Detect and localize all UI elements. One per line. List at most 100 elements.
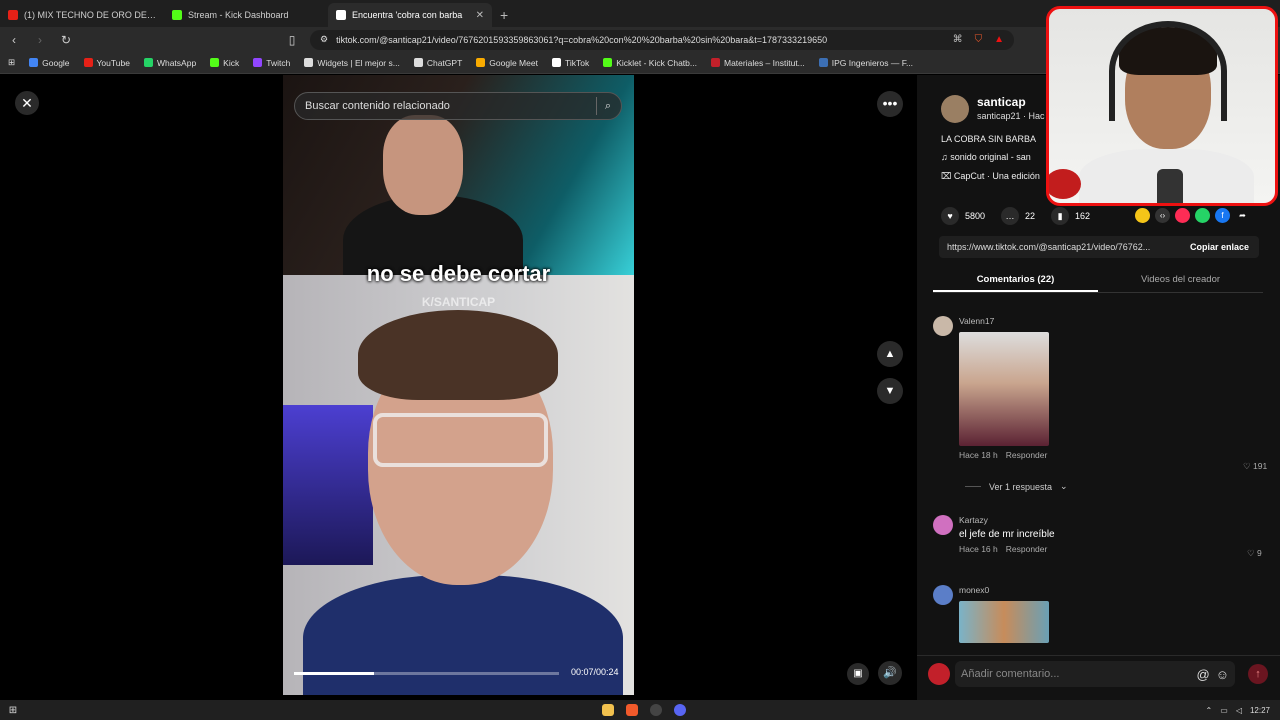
materiales-icon (710, 58, 720, 67)
comment-username[interactable]: monex0 (959, 585, 1049, 595)
bookmark-kick[interactable]: Kick (210, 58, 239, 68)
comment-input[interactable] (961, 668, 1191, 680)
author-avatar[interactable] (941, 95, 969, 123)
webcam-mascot (1049, 169, 1081, 199)
mention-icon[interactable]: @ (1197, 667, 1210, 682)
close-video-button[interactable]: ✕ (15, 91, 39, 115)
windows-start-icon[interactable]: ⊞ (0, 705, 26, 716)
kick-icon (210, 58, 220, 67)
bookmark-google[interactable]: Google (29, 58, 70, 68)
kicklet-icon (603, 58, 613, 67)
previous-video-button[interactable]: ▲ (877, 341, 903, 367)
bookmark-twitch[interactable]: Twitch (253, 58, 290, 68)
rewards-icon[interactable]: ▲ (994, 34, 1004, 45)
video-watermark: K/SANTICAP (421, 295, 496, 309)
bookmark-widgets[interactable]: Widgets | El mejor s... (304, 58, 400, 68)
comment-field[interactable]: @ ☺ (955, 661, 1235, 687)
capcut-link[interactable]: ⌧ CapCut · Una edición (941, 171, 1040, 182)
apps-icon[interactable]: ⊞ (8, 57, 15, 68)
brave-icon[interactable] (626, 704, 638, 716)
reload-icon[interactable]: ↻ (58, 33, 74, 47)
chevron-down-icon: ⌄ (1060, 481, 1068, 491)
bookmark-label: Widgets | El mejor s... (317, 57, 400, 68)
view-replies-button[interactable]: Ver 1 respuesta ⌄ (965, 481, 1068, 492)
related-search-input[interactable] (305, 100, 588, 112)
bookmark-label: Materiales – Institut... (723, 57, 805, 68)
comment-like-count: 9 (1256, 548, 1262, 558)
tab-kick-dashboard[interactable]: Stream - Kick Dashboard (164, 3, 328, 27)
bookmark-icon[interactable]: ▯ (284, 33, 300, 47)
obs-icon[interactable] (650, 704, 662, 716)
embed-icon[interactable]: ‹› (1155, 208, 1170, 223)
reply-button[interactable]: Responder (1006, 544, 1048, 554)
site-info-icon[interactable]: ⚙ (320, 34, 328, 45)
volume-tray-icon[interactable]: ◁ (1236, 706, 1242, 715)
search-icon[interactable]: ⌕ (605, 100, 611, 113)
music-link[interactable]: ♫ sonido original - san (941, 152, 1031, 162)
bookmark-tiktok[interactable]: TikTok (551, 58, 589, 68)
copy-link-button[interactable]: Copiar enlace (1180, 242, 1259, 252)
comment-avatar[interactable] (933, 585, 953, 605)
send-icon[interactable] (1175, 208, 1190, 223)
comment-avatar[interactable] (933, 316, 953, 336)
comment-icon[interactable]: … (1001, 207, 1020, 225)
comment-like[interactable]: ♡ 191 (1243, 461, 1267, 472)
tab-tiktok[interactable]: Encuentra 'cobra con barba ✕ (328, 3, 492, 27)
brave-shield-icon[interactable]: ⛉ (975, 34, 983, 45)
emoji-icon[interactable]: ☺ (1216, 667, 1229, 682)
bookmark-label: Kick (223, 57, 240, 68)
new-tab-button[interactable]: + (492, 3, 516, 27)
bookmark-google-meet[interactable]: Google Meet (476, 58, 538, 68)
capcut-icon: ⌧ (941, 171, 954, 181)
volume-button[interactable]: 🔊 (878, 661, 902, 685)
discord-icon[interactable] (674, 704, 686, 716)
bookmark-chatgpt[interactable]: ChatGPT (413, 58, 462, 68)
comment-time: Hace 18 h (959, 450, 998, 460)
close-tab-icon[interactable]: ✕ (476, 10, 484, 21)
forward-icon[interactable]: › (32, 33, 48, 47)
picture-in-picture-button[interactable]: ▣ (847, 663, 869, 685)
tray-chevron-icon[interactable]: ⌃ (1206, 706, 1213, 715)
related-search-box[interactable]: ⌕ (294, 92, 622, 120)
next-video-button[interactable]: ▼ (877, 378, 903, 404)
comment-like[interactable]: ♡ 9 (1247, 548, 1262, 559)
author-name[interactable]: santicap (977, 95, 1045, 109)
coin-icon[interactable] (1135, 208, 1150, 223)
like-icon[interactable]: ♥ (941, 207, 959, 225)
video-player[interactable]: no se debe cortar K/SANTICAP (283, 75, 634, 695)
video-progress-bar[interactable] (294, 672, 559, 675)
facebook-share-icon[interactable]: f (1215, 208, 1230, 223)
post-comment-button[interactable]: ↑ (1248, 664, 1268, 684)
bookmark-materiales[interactable]: Materiales – Institut... (710, 57, 805, 68)
share-arrow-icon[interactable]: ➦ (1235, 208, 1250, 223)
widgets-icon (304, 58, 314, 67)
comment-image[interactable] (959, 601, 1049, 643)
tab-youtube[interactable]: (1) MIX TECHNO DE ORO DE 80's & (0, 3, 164, 27)
reply-button[interactable]: Responder (1006, 450, 1048, 460)
comment-avatar[interactable] (933, 515, 953, 535)
bookmark-label: IPG Ingenieros — F... (831, 57, 914, 68)
comment-image[interactable] (959, 332, 1049, 446)
comment-username[interactable]: Valenn17 (959, 316, 1049, 326)
bookmark-youtube[interactable]: YouTube (83, 58, 130, 68)
comment-like-count: 191 (1252, 461, 1268, 471)
bookmark-ipg[interactable]: IPG Ingenieros — F... (818, 57, 914, 68)
whatsapp-share-icon[interactable] (1195, 208, 1210, 223)
save-icon[interactable]: ▮ (1051, 207, 1070, 225)
author-block[interactable]: santicap santicap21 · Hac (941, 95, 1045, 123)
bookmark-kicklet[interactable]: Kicklet - Kick Chatb... (603, 58, 697, 68)
translate-icon[interactable]: ⌘ (953, 34, 963, 45)
tab-creator-videos[interactable]: Videos del creador (1098, 270, 1263, 292)
back-icon[interactable]: ‹ (6, 33, 22, 47)
bookmark-whatsapp[interactable]: WhatsApp (143, 57, 197, 68)
url-field[interactable]: ⚙ tiktok.com/@santicap21/video/767620159… (310, 29, 1014, 50)
more-options-button[interactable]: ••• (877, 91, 903, 117)
bookmark-label: WhatsApp (156, 57, 197, 68)
comment-item: Valenn17 Hace 18 h Responder (933, 316, 1049, 460)
clock[interactable]: 12:27 (1250, 706, 1270, 715)
network-icon[interactable]: ▭ (1220, 706, 1228, 715)
file-explorer-icon[interactable] (602, 704, 614, 716)
tab-comments[interactable]: Comentarios (22) (933, 270, 1098, 292)
windows-taskbar: ⊞ ⌃ ▭ ◁ 12:27 (0, 700, 1280, 720)
comment-username[interactable]: Kartazy (959, 515, 1055, 525)
